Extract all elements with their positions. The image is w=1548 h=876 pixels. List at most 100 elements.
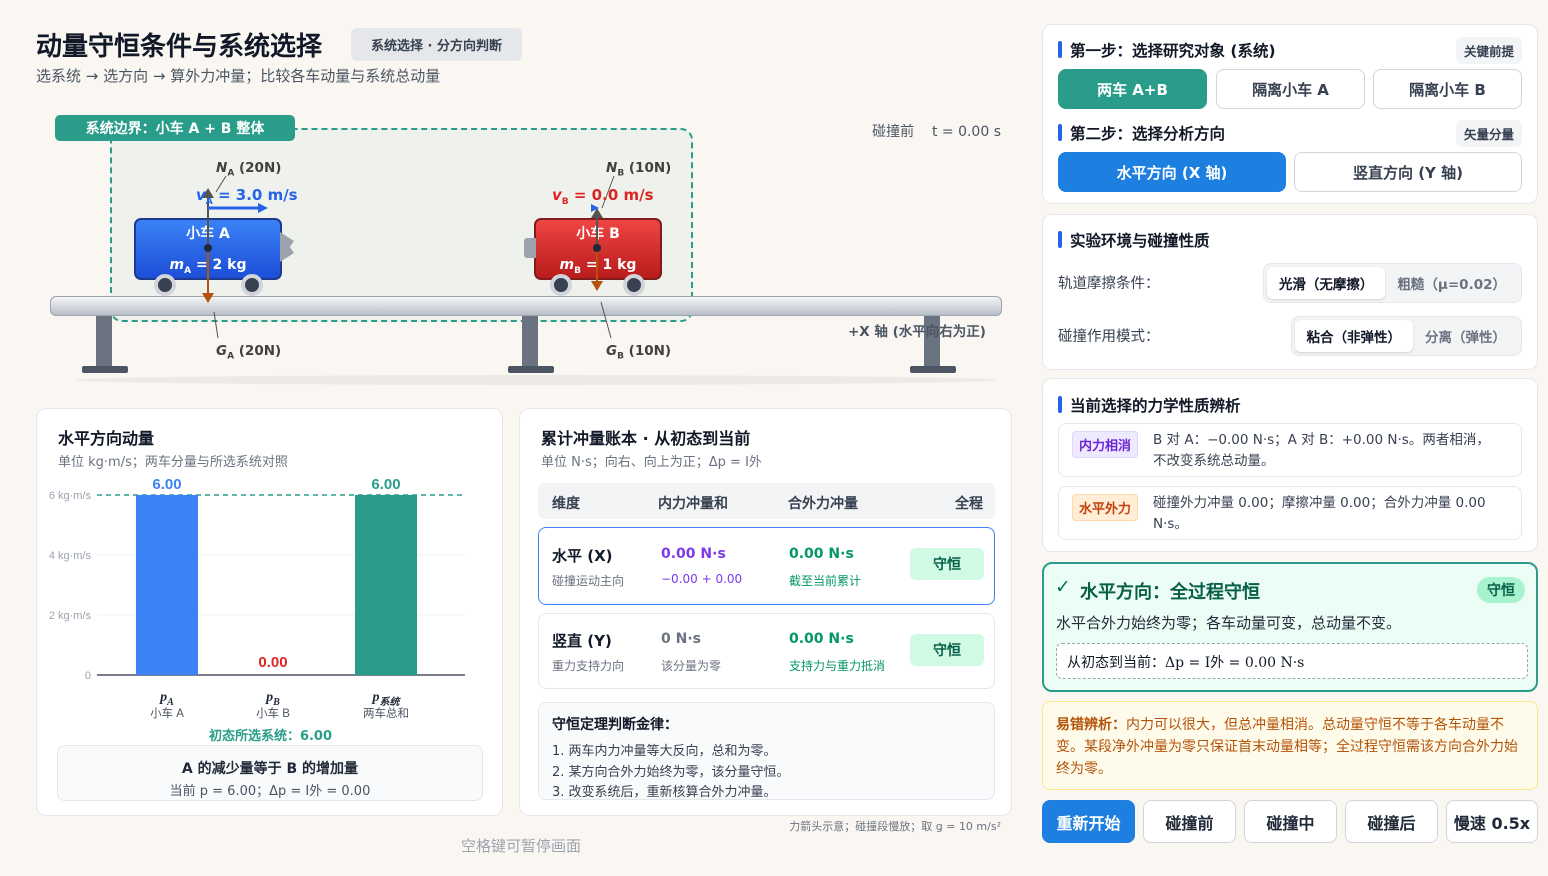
pitfall-label: 易错辨析：: [1056, 717, 1126, 733]
phase-before-button[interactable]: 碰撞前: [1143, 800, 1236, 843]
ledger-row-y-external: 0.00 N·s: [789, 631, 854, 647]
ledger-footnote: 力箭头示意；碰撞段慢放；取 g = 10 m/s²: [789, 820, 1001, 833]
ledger-header-status: 全程: [955, 496, 983, 512]
step2-chip: 矢量分量: [1455, 120, 1522, 147]
momentum-hint-title: A 的减少量等于 B 的增加量: [181, 761, 359, 777]
app-root: 动量守恒条件与系统选择 系统选择 · 分方向判断 选系统 → 选方向 → 算外力…: [0, 0, 1548, 876]
page-title: 动量守恒条件与系统选择: [36, 32, 323, 62]
verdict-badge: 守恒: [1477, 577, 1525, 603]
rule-2: 2. 某方向合外力始终为零，该分量守恒。: [552, 765, 790, 780]
momentum-chart: 0 2 kg·m/s 4 kg·m/s 6 kg·m/s 6.00 pA小车 A 0.00 p…: [49, 476, 465, 720]
normal-force-b-arrow: [591, 208, 603, 248]
chart-y-tick-label: 0: [85, 670, 91, 682]
system-option-ab[interactable]: 两车 A+B: [1058, 69, 1207, 109]
analysis-text-internal: B 对 A：−0.00 N·s；A 对 B：+0.00 N·s。两者相消，不改变…: [1153, 432, 1490, 469]
system-option-b[interactable]: 隔离小车 B: [1373, 69, 1522, 109]
momentum-panel: 水平方向动量 单位 kg·m/s；两车分量与所选系统对照 0 2 kg·m/s 4 …: [36, 408, 503, 816]
analysis-tag-external: 水平外力: [1072, 494, 1139, 521]
ledger-header-external: 合外力冲量: [788, 496, 858, 512]
environment-panel: 实验环境与碰撞性质 轨道摩擦条件： 光滑（无摩擦） 粗糙（μ=0.02） 碰撞作…: [1042, 214, 1538, 370]
gravity-a-label: GA (20N): [216, 343, 282, 362]
rule-3: 3. 改变系统后，重新核算合外力冲量。: [552, 785, 777, 800]
env-title: 实验环境与碰撞性质: [1058, 229, 1210, 251]
gravity-a-leader: [213, 311, 219, 339]
ledger-row-y-dim: 竖直 (Y): [552, 632, 612, 650]
force-vectors: [202, 175, 615, 339]
verdict-card: ✓ 水平方向：全过程守恒 守恒 水平合外力始终为零；各车动量可变，总动量不变。 …: [1042, 562, 1538, 692]
momentum-hint-text: 当前 p = 6.00；Δp = I外 = 0.00: [169, 784, 371, 799]
page-subtitle: 选系统 → 选方向 → 算外力冲量；比较各车动量与系统总动量: [36, 67, 441, 85]
analysis-panel: 当前选择的力学性质辨析 内力相消 B 对 A：−0.00 N·s；A 对 B：+…: [1042, 378, 1538, 552]
step1-title: 第一步：选择研究对象 (系统): [1058, 39, 1276, 61]
ledger-row-y-status: 守恒: [910, 634, 984, 666]
analysis-title: 当前选择的力学性质辨析: [1058, 394, 1241, 416]
ledger-row-y-dim-note: 重力支持力向: [552, 659, 625, 673]
simulation-scene: 碰撞前 t = 0.00 s 系统边界：小车 A + B 整体 +X 轴 (水平…: [36, 110, 1012, 400]
pitfall-text: 内力可以很大，但总冲量相消。总动量守恒不等于各车动量不变。某段净外冲量为零只保证…: [1056, 717, 1518, 777]
friction-label: 轨道摩擦条件：: [1058, 276, 1160, 292]
ledger-row-x[interactable]: 水平 (X) 碰撞运动主向 0.00 N·s −0.00 + 0.00 0.00…: [538, 527, 995, 605]
phase-after-button[interactable]: 碰撞后: [1345, 800, 1438, 843]
gravity-b-arrow: [591, 248, 603, 291]
chart-category-desc: 小车 B: [256, 706, 290, 720]
momentum-hint-box: A 的减少量等于 B 的增加量 当前 p = 6.00；Δp = I外 = 0.…: [57, 745, 483, 801]
verdict-formula: 从初态到当前：Δp = I外 = 0.00 N·s: [1056, 643, 1528, 679]
step1-chip: 关键前提: [1455, 37, 1522, 64]
normal-force-b-label: NB (10N): [606, 160, 672, 179]
momentum-subtitle: 单位 kg·m/s；两车分量与所选系统对照: [58, 455, 288, 470]
chart-category-label: pA: [159, 690, 174, 708]
ledger-row-x-internal: 0.00 N·s: [661, 546, 726, 562]
direction-option-y[interactable]: 竖直方向 (Y 轴): [1294, 152, 1522, 192]
momentum-title: 水平方向动量: [58, 429, 155, 448]
chart-y-tick-label: 6 kg·m/s: [49, 490, 92, 502]
check-icon: ✓: [1055, 576, 1071, 598]
gravity-b-leader: [600, 301, 612, 339]
collision-label: 碰撞作用模式：: [1058, 329, 1160, 345]
system-option-a[interactable]: 隔离小车 A: [1216, 69, 1365, 109]
verdict-text: 水平合外力始终为零；各车动量可变，总动量不变。: [1056, 614, 1402, 632]
ledger-title: 累计冲量账本 · 从初态到当前: [541, 429, 751, 448]
ledger-row-y[interactable]: 竖直 (Y) 重力支持力向 0 N·s 该分量为零 0.00 N·s 支持力与重…: [538, 613, 995, 689]
chart-value-label: 6.00: [152, 476, 181, 493]
chart-category-label: p系统: [372, 690, 402, 708]
chart-value-label: 0.00: [258, 654, 287, 671]
ledger-subtitle: 单位 N·s；向右、向上为正；Δp = I外: [541, 455, 762, 470]
chart-category-desc: 两车总和: [363, 706, 409, 720]
selection-panel: 第一步：选择研究对象 (系统) 关键前提 两车 A+B 隔离小车 A 隔离小车 …: [1042, 24, 1538, 204]
velocity-a-label: vA = 3.0 m/s: [196, 186, 298, 207]
momentum-ref-note: 初态所选系统：6.00: [208, 729, 333, 744]
chart-value-label: 6.00: [371, 476, 400, 493]
ledger-row-x-dim-note: 碰撞运动主向: [552, 574, 625, 588]
rule-1: 1. 两车内力冲量等大反向，总和为零。: [552, 744, 777, 759]
chart-category-label: pB: [265, 690, 280, 708]
friction-toggle: 光滑（无摩擦） 粗糙（μ=0.02）: [1262, 263, 1522, 303]
friction-option-smooth[interactable]: 光滑（无摩擦）: [1266, 267, 1386, 299]
header-tag: 系统选择 · 分方向判断: [351, 28, 522, 61]
ledger-row-y-internal-note: 该分量为零: [661, 659, 722, 673]
ledger-row-x-status: 守恒: [910, 548, 984, 580]
ledger-header: 维度 内力冲量和 合外力冲量 全程: [538, 483, 995, 519]
analysis-tag-internal: 内力相消: [1072, 431, 1139, 458]
ledger-row-y-external-note: 支持力与重力抵消: [789, 659, 886, 673]
restart-button[interactable]: 重新开始: [1042, 800, 1135, 843]
phase-during-button[interactable]: 碰撞中: [1244, 800, 1337, 843]
collision-option-sticky[interactable]: 粘合（非弹性）: [1294, 320, 1413, 352]
ledger-row-x-external-note: 截至当前累计: [789, 574, 862, 588]
collision-option-elastic[interactable]: 分离（弹性）: [1413, 320, 1518, 352]
analysis-text-external: 碰撞外力冲量 0.00；摩擦冲量 0.00；合外力冲量 0.00 N·s。: [1153, 495, 1486, 532]
analysis-item-external: 水平外力 碰撞外力冲量 0.00；摩擦冲量 0.00；合外力冲量 0.00 N·…: [1058, 486, 1522, 540]
velocity-b-label: vB = 0.0 m/s: [552, 186, 654, 207]
chart-bar: [355, 495, 417, 675]
collision-toggle: 粘合（非弹性） 分离（弹性）: [1290, 316, 1522, 356]
ledger-row-x-external: 0.00 N·s: [789, 546, 854, 562]
verdict-title: 水平方向：全过程守恒: [1080, 582, 1260, 603]
chart-category-desc: 小车 A: [150, 706, 184, 720]
friction-option-rough[interactable]: 粗糙（μ=0.02）: [1385, 267, 1518, 299]
chart-bar: [136, 495, 198, 675]
pause-hint: 空格键可暂停画面: [460, 837, 581, 855]
ledger-row-y-internal: 0 N·s: [661, 631, 701, 647]
rules-box: 守恒定理判断金律： 1. 两车内力冲量等大反向，总和为零。 2. 某方向合外力始…: [538, 702, 995, 800]
direction-option-x[interactable]: 水平方向 (X 轴): [1058, 152, 1286, 192]
speed-button[interactable]: 慢速 0.5x: [1446, 800, 1538, 843]
analysis-item-internal: 内力相消 B 对 A：−0.00 N·s；A 对 B：+0.00 N·s。两者相…: [1058, 423, 1522, 477]
